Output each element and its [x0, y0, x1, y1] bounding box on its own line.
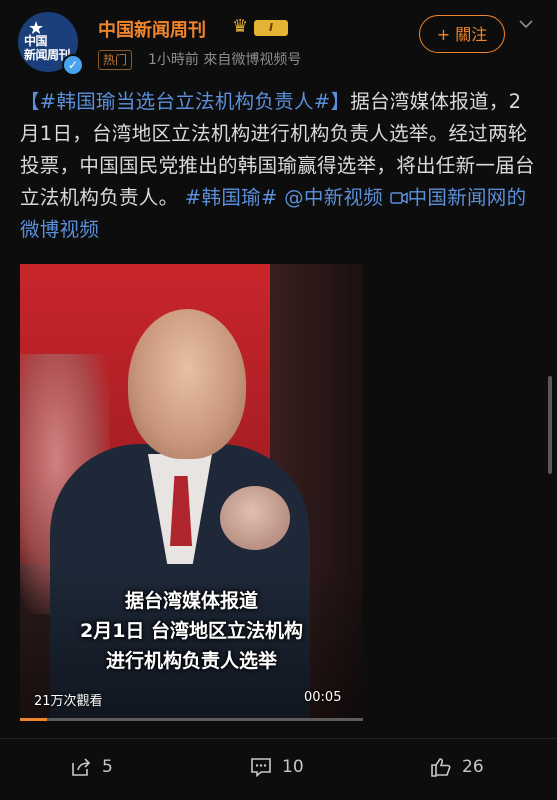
account-name[interactable]: 中国新闻周刊: [98, 16, 206, 42]
caption-line: 据台湾媒体报道: [124, 590, 258, 612]
mention-link[interactable]: @中新视频: [284, 186, 383, 209]
view-count: 21万次觀看: [34, 694, 103, 709]
post-meta: 1小時前 來自微博视频号: [148, 52, 302, 68]
video-object: [220, 486, 290, 550]
video-duration: 00:05: [304, 690, 342, 705]
topic-link[interactable]: 【#韩国瑜当选台立法机构负责人#】: [20, 90, 350, 113]
video-progress-bar[interactable]: [20, 718, 363, 721]
post-header: ★ 中国 新闻周刊 ✓ 中国新闻周刊 ♛ I 热门 1小時前 來自微博视频号 +…: [0, 0, 557, 80]
hot-tag: 热门: [98, 50, 133, 70]
share-icon: [72, 758, 91, 776]
thumbs-up-icon: [431, 758, 451, 777]
share-button[interactable]: 5: [70, 750, 113, 784]
comment-button[interactable]: 10: [250, 750, 304, 784]
video-subject-head: [128, 309, 246, 459]
share-count: 5: [102, 757, 113, 777]
scrollbar[interactable]: [548, 376, 552, 474]
divider: [0, 738, 557, 739]
like-button[interactable]: 26: [430, 750, 484, 784]
video-camera-icon: [389, 192, 408, 204]
post-text: 【#韩国瑜当选台立法机构负责人#】据台湾媒体报道，2月1日，台湾地区立法机构进行…: [20, 86, 540, 246]
caption-line: 进行机构负责人选举: [105, 650, 277, 672]
video-caption: 据台湾媒体报道 2月1日 台湾地区立法机构 进行机构负责人选举: [20, 586, 363, 676]
like-count: 26: [462, 757, 484, 777]
level-badge[interactable]: I: [254, 20, 288, 36]
video-player[interactable]: 据台湾媒体报道 2月1日 台湾地区立法机构 进行机构负责人选举 21万次觀看 0…: [20, 264, 363, 721]
comment-icon: [251, 758, 271, 777]
video-progress-fill: [20, 718, 48, 721]
comment-count: 10: [282, 757, 304, 777]
caption-line: 2月1日 台湾地区立法机构: [79, 620, 304, 642]
follow-button[interactable]: + 關注: [419, 15, 505, 53]
verified-icon: ✓: [62, 54, 84, 76]
hashtag-link[interactable]: #韩国瑜#: [185, 186, 278, 209]
chevron-down-icon[interactable]: [519, 17, 533, 31]
crown-icon: ♛: [232, 16, 249, 37]
